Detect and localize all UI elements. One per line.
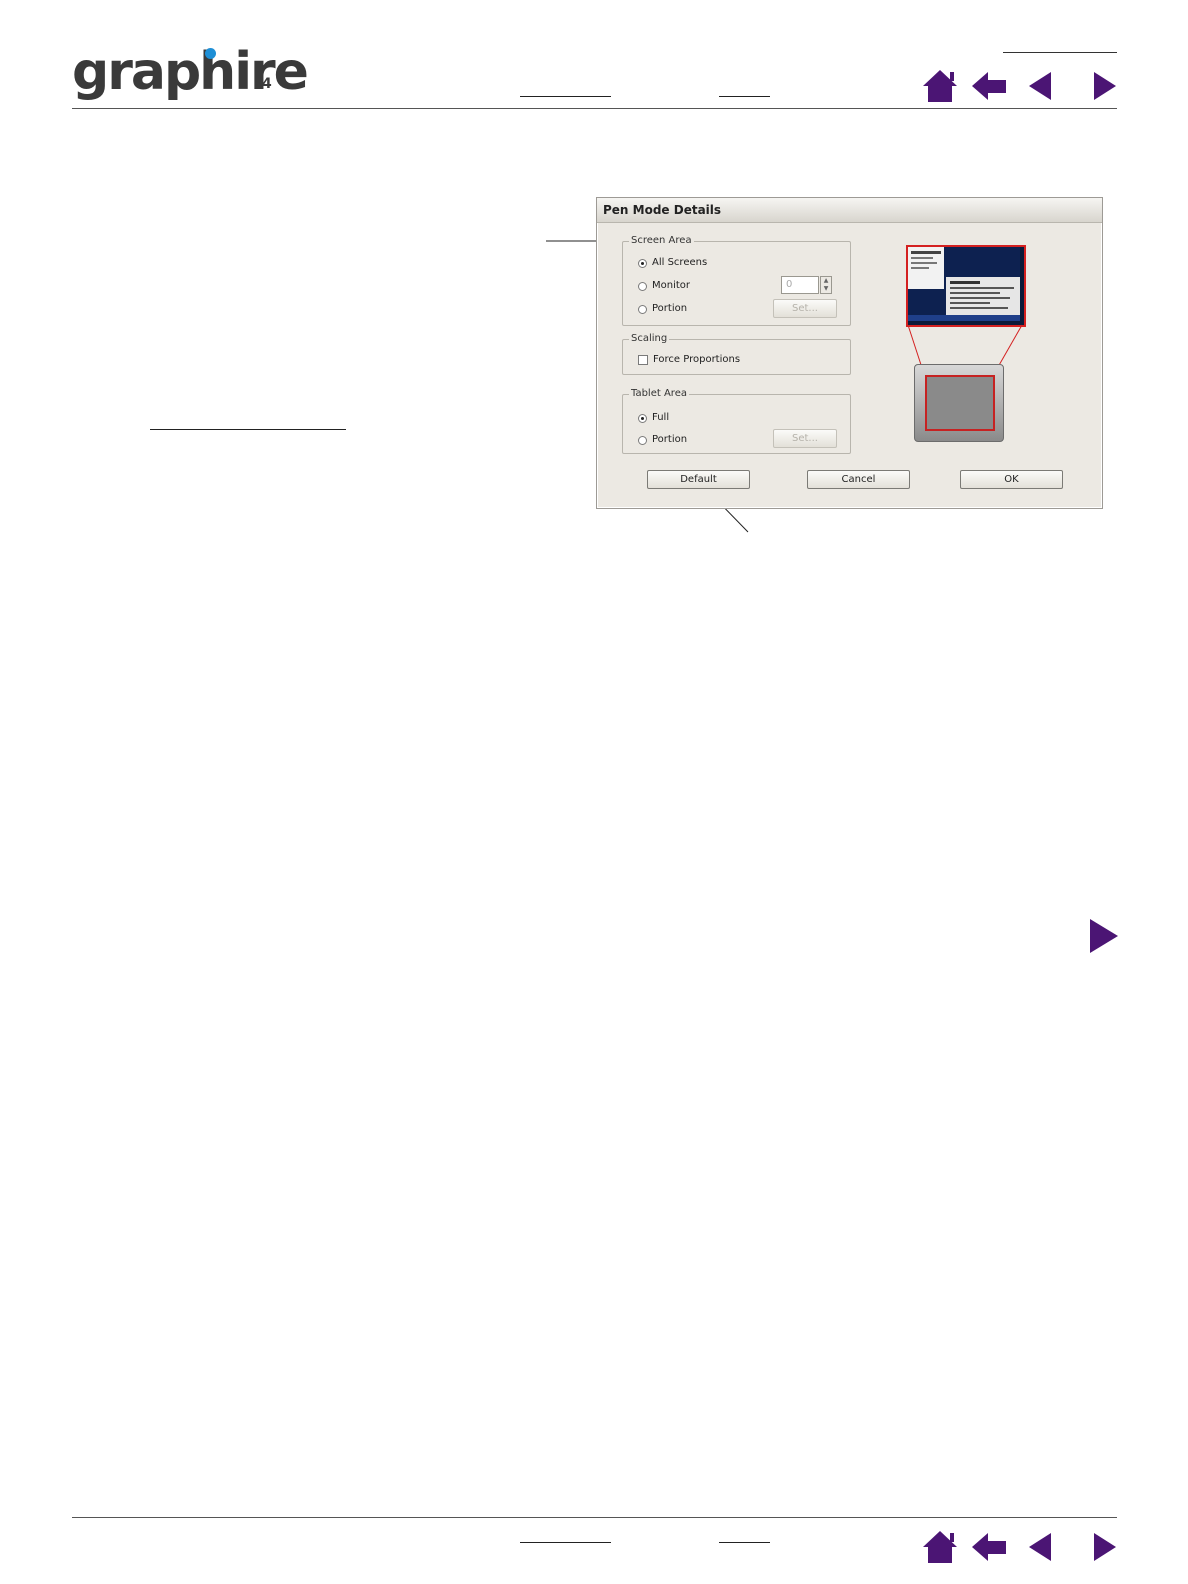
footer-link-index[interactable] [719, 1542, 770, 1543]
footer-link-contents[interactable] [520, 1542, 611, 1543]
cancel-button[interactable]: Cancel [807, 470, 910, 489]
back-button-bottom[interactable] [970, 1527, 1010, 1567]
home-button-bottom[interactable] [920, 1527, 960, 1567]
next-page-button-bottom[interactable] [1084, 1527, 1124, 1567]
ok-button[interactable]: OK [960, 470, 1063, 489]
back-icon [972, 1533, 1006, 1561]
pen-mode-details-dialog: Pen Mode Details Screen Area All Screens… [596, 197, 1103, 509]
default-button[interactable]: Default [647, 470, 750, 489]
footer-rule [72, 1517, 1117, 1518]
continue-next-button[interactable] [1084, 916, 1124, 956]
previous-page-button-bottom[interactable] [1021, 1527, 1061, 1567]
body-link-underline[interactable] [150, 429, 346, 430]
tablet-preview-image [914, 364, 1004, 442]
previous-page-icon [1029, 1533, 1051, 1561]
next-page-icon [1090, 919, 1118, 953]
home-icon [923, 1531, 957, 1563]
mapping-lines [907, 324, 1023, 375]
tablet-active-area [925, 375, 995, 431]
next-page-icon [1094, 1533, 1116, 1561]
